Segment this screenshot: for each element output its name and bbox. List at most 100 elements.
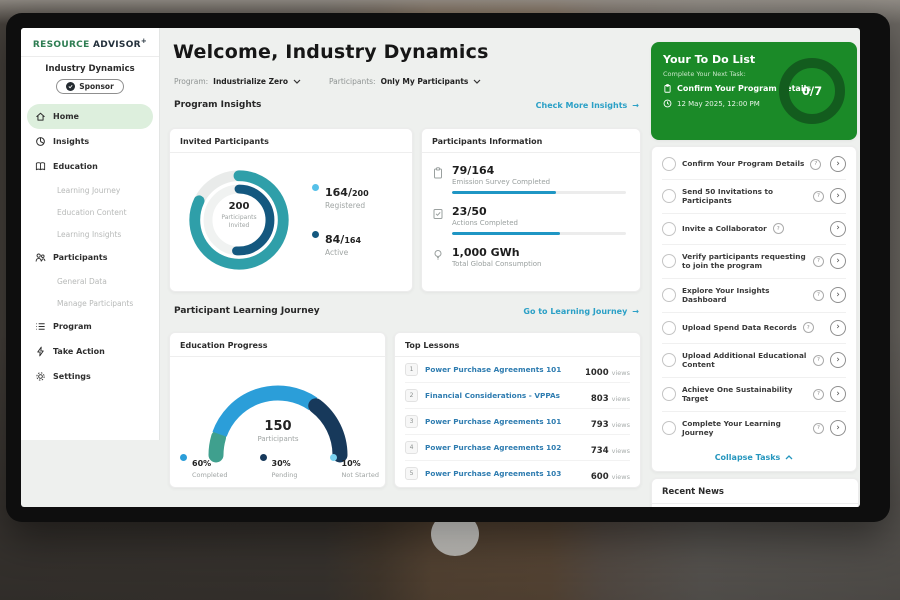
lesson-views: 734	[591, 446, 609, 456]
page-title: Welcome, Industry Dynamics	[173, 41, 489, 63]
help-icon[interactable]: ?	[810, 159, 821, 170]
sponsor-icon	[66, 82, 75, 91]
todo-due-label: 12 May 2025, 12:00 PM	[677, 100, 760, 108]
lesson-views-suffix: views	[612, 473, 630, 481]
task-row[interactable]: Invite a Collaborator ? ›	[662, 214, 846, 245]
sponsor-label: Sponsor	[79, 82, 114, 91]
task-chevron-button[interactable]: ›	[830, 386, 846, 402]
sidebar-item-settings[interactable]: Settings	[21, 364, 159, 389]
legend-dot	[330, 454, 337, 461]
help-icon[interactable]: ?	[813, 290, 824, 301]
task-chevron-button[interactable]: ›	[830, 253, 846, 269]
help-icon[interactable]: ?	[813, 256, 824, 267]
donut-legend: 164/200 Registered 84/164 Active	[312, 181, 369, 257]
participants-information-card: Participants Information 79/164 Emission…	[421, 128, 641, 292]
sidebar-item-general-data[interactable]: General Data	[21, 270, 159, 292]
task-label: Upload Additional Educational Content	[682, 351, 807, 370]
metric-label: Actions Completed	[452, 219, 626, 227]
go-to-learning-journey-link[interactable]: Go to Learning Journey →	[523, 307, 639, 316]
program-filter[interactable]: Program: Industrialize Zero	[174, 77, 301, 86]
legend-label: Pending	[272, 471, 298, 479]
lesson-views-suffix: views	[612, 421, 630, 429]
lesson-views-suffix: views	[612, 369, 630, 377]
legend-label: Active	[325, 248, 361, 257]
lesson-link[interactable]: Power Purchase Agreements 103	[425, 469, 584, 478]
task-checkbox[interactable]	[662, 189, 676, 203]
task-row[interactable]: Send 50 Invitations to Participants ? ›	[662, 180, 846, 214]
task-checkbox[interactable]	[662, 288, 676, 302]
help-icon[interactable]: ?	[813, 191, 824, 202]
collapse-tasks-link[interactable]: Collapse Tasks	[662, 445, 846, 466]
sidebar-item-education-content[interactable]: Education Content	[21, 201, 159, 223]
task-chevron-button[interactable]: ›	[830, 420, 846, 436]
task-row[interactable]: Upload Spend Data Records ? ›	[662, 313, 846, 344]
task-checkbox[interactable]	[662, 321, 676, 335]
task-checkbox[interactable]	[662, 353, 676, 367]
task-checkbox[interactable]	[662, 421, 676, 435]
learning-journey-header: Participant Learning Journey Go to Learn…	[174, 306, 639, 316]
lesson-link[interactable]: Financial Considerations - VPPAs	[425, 391, 584, 400]
check-more-insights-link[interactable]: Check More Insights →	[536, 101, 639, 110]
participants-filter-value: Only My Participants	[381, 77, 469, 86]
sidebar-item-program[interactable]: Program	[21, 314, 159, 339]
task-checkbox[interactable]	[662, 222, 676, 236]
lesson-link[interactable]: Power Purchase Agreements 101	[425, 417, 584, 426]
participants-filter[interactable]: Participants: Only My Participants	[329, 77, 481, 86]
sidebar-item-label: Education Content	[57, 208, 127, 217]
legend-value: 164/	[325, 186, 352, 199]
task-row[interactable]: Upload Additional Educational Content ? …	[662, 344, 846, 378]
task-chevron-button[interactable]: ›	[830, 352, 846, 368]
help-icon[interactable]: ?	[813, 423, 824, 434]
task-chevron-button[interactable]: ›	[830, 156, 846, 172]
task-row[interactable]: Confirm Your Program Details ? ›	[662, 149, 846, 180]
todo-summary-card: Your To Do List Complete Your Next Task:…	[651, 42, 857, 140]
sidebar-item-education[interactable]: Education	[21, 154, 159, 179]
card-title: Education Progress	[170, 333, 385, 357]
task-checkbox[interactable]	[662, 387, 676, 401]
legend-pending: 30% Pending	[260, 451, 298, 479]
gauge-legend: 60% Completed 30% Pending 10% Not Starte…	[180, 451, 379, 479]
sidebar-item-label: Learning Journey	[57, 186, 120, 195]
sidebar-item-insights[interactable]: Insights	[21, 129, 159, 154]
sponsor-badge[interactable]: Sponsor	[56, 79, 124, 94]
lesson-row: 4 Power Purchase Agreements 102 734views	[405, 435, 630, 461]
task-chevron-button[interactable]: ›	[830, 320, 846, 336]
sidebar-item-label: Take Action	[53, 347, 105, 356]
task-chevron-button[interactable]: ›	[830, 221, 846, 237]
chevron-up-icon	[785, 455, 793, 460]
sidebar-item-manage-participants[interactable]: Manage Participants	[21, 292, 159, 314]
help-icon[interactable]: ?	[773, 223, 784, 234]
sidebar-item-take-action[interactable]: Take Action	[21, 339, 159, 364]
task-row[interactable]: Explore Your Insights Dashboard ? ›	[662, 279, 846, 313]
sidebar-nav: Home Insights Education Learning Journey…	[21, 104, 159, 389]
help-icon[interactable]: ?	[803, 322, 814, 333]
app-logo: RESOURCE ADVISOR+	[21, 28, 159, 57]
help-icon[interactable]: ?	[813, 389, 824, 400]
lesson-link[interactable]: Power Purchase Agreements 101	[425, 365, 578, 374]
sidebar-item-learning-journey[interactable]: Learning Journey	[21, 179, 159, 201]
task-chevron-button[interactable]: ›	[830, 188, 846, 204]
participants-icon	[35, 252, 46, 263]
program-filter-label: Program:	[174, 77, 208, 86]
sidebar-item-learning-insights[interactable]: Learning Insights	[21, 223, 159, 245]
sidebar-item-participants[interactable]: Participants	[21, 245, 159, 270]
sidebar-item-home[interactable]: Home	[27, 104, 153, 129]
legend-label: Not Started	[342, 471, 379, 479]
task-row[interactable]: Achieve One Sustainability Target ? ›	[662, 378, 846, 412]
sidebar-item-label: Insights	[53, 137, 89, 146]
clock-icon	[663, 99, 672, 108]
task-row[interactable]: Verify participants requesting to join t…	[662, 245, 846, 279]
lesson-link[interactable]: Power Purchase Agreements 102	[425, 443, 584, 452]
task-chevron-button[interactable]: ›	[830, 287, 846, 303]
task-row[interactable]: Complete Your Learning Journey ? ›	[662, 412, 846, 445]
task-checkbox[interactable]	[662, 157, 676, 171]
lesson-row: 2 Financial Considerations - VPPAs 803vi…	[405, 383, 630, 409]
legend-registered: 164/200 Registered	[312, 181, 369, 210]
recent-news-card: Recent News	[651, 478, 859, 507]
invited-participants-card: Invited Participants 200 Participants In…	[169, 128, 413, 292]
link-label: Go to Learning Journey	[523, 307, 627, 316]
task-checkbox[interactable]	[662, 254, 676, 268]
legend-dot	[260, 454, 267, 461]
help-icon[interactable]: ?	[813, 355, 824, 366]
task-label: Invite a Collaborator	[682, 224, 767, 233]
